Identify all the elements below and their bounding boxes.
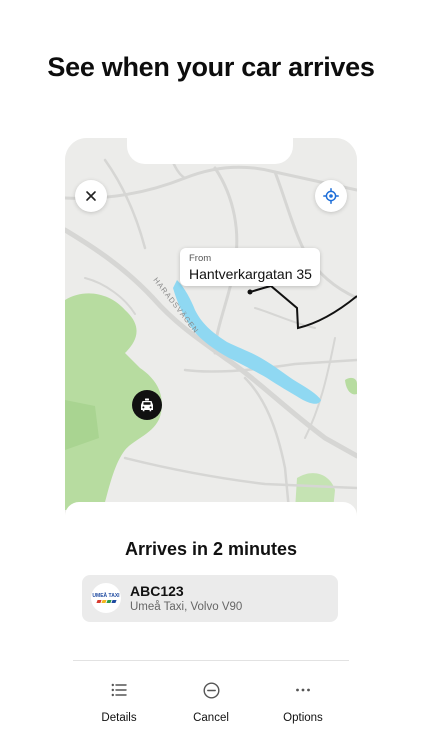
locate-icon <box>323 188 339 204</box>
vehicle-plate: ABC123 <box>130 583 184 599</box>
pickup-address: Hantverkargatan 35 <box>189 266 312 282</box>
more-dots-icon <box>294 681 312 699</box>
cancel-button[interactable]: Cancel <box>166 661 256 750</box>
pickup-marker <box>247 289 253 295</box>
locate-button[interactable] <box>315 180 347 212</box>
pickup-label: From <box>189 253 212 264</box>
details-label: Details <box>101 712 137 724</box>
taxi-marker[interactable] <box>132 390 162 420</box>
arrival-title: Arrives in 2 minutes <box>124 539 298 559</box>
details-button[interactable]: Details <box>74 661 164 750</box>
company-logo-stripes <box>95 600 117 603</box>
cancel-circle-icon <box>202 681 220 699</box>
list-icon <box>110 681 128 699</box>
company-logo-text: UMEÅ TAXI <box>92 593 120 599</box>
options-button[interactable]: Options <box>258 661 348 750</box>
options-label: Options <box>283 712 323 724</box>
company-logo: UMEÅ TAXI <box>91 583 121 613</box>
vehicle-card[interactable]: UMEÅ TAXI ABC123 Umeå Taxi, Volvo V90 <box>82 575 338 622</box>
map-view[interactable]: HARADSVÄGEN From Hantverkargatan 35 <box>65 138 357 510</box>
cancel-label: Cancel <box>193 712 229 724</box>
trip-sheet: Arrives in 2 minutes UMEÅ TAXI ABC123 Um… <box>65 502 357 750</box>
close-button[interactable] <box>75 180 107 212</box>
taxi-icon <box>141 398 153 412</box>
pickup-callout[interactable]: From Hantverkargatan 35 <box>180 248 320 286</box>
action-bar: Details Cancel Options <box>65 661 357 750</box>
vehicle-description: Umeå Taxi, Volvo V90 <box>130 601 243 613</box>
phone-frame: HARADSVÄGEN From Hantverkargatan 35 Arri… <box>65 138 357 750</box>
page-headline: See when your car arrives <box>47 52 375 82</box>
phone-notch <box>127 138 293 164</box>
close-icon <box>86 191 96 201</box>
map-canvas: HARADSVÄGEN <box>65 138 357 510</box>
